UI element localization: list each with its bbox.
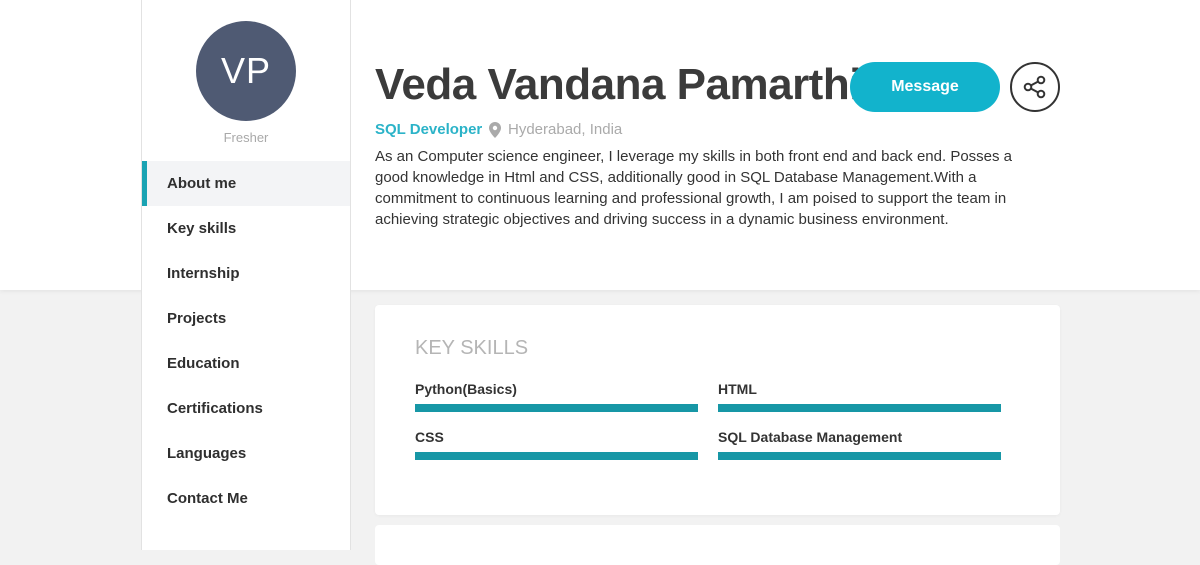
location-text: Hyderabad, India: [508, 121, 623, 138]
skill-bar-fill: [415, 404, 698, 412]
key-skills-card: KEY SKILLS Python(Basics) HTML CSS SQL D…: [375, 305, 1060, 515]
skill-item: CSS: [415, 428, 698, 460]
sidebar-nav: About me Key skills Internship Projects …: [142, 161, 350, 521]
skill-bar-fill: [718, 452, 1001, 460]
skill-item: Python(Basics): [415, 380, 698, 412]
skill-label: SQL Database Management: [718, 429, 903, 445]
skill-label: CSS: [415, 429, 444, 445]
skill-label: Python(Basics): [415, 381, 517, 397]
skill-bar: [718, 452, 1001, 460]
skill-bar: [415, 404, 698, 412]
avatar: VP: [196, 21, 296, 121]
sidebar-item-internship[interactable]: Internship: [142, 251, 350, 296]
share-icon: [1022, 74, 1048, 100]
about-text: As an Computer science engineer, I lever…: [375, 148, 1013, 228]
location: Hyderabad, India: [489, 121, 622, 138]
share-button[interactable]: [1010, 62, 1060, 112]
next-section-card: [375, 525, 1060, 565]
sidebar-item-education[interactable]: Education: [142, 341, 350, 386]
skill-bar-fill: [718, 404, 1001, 412]
skill-item: HTML: [718, 380, 1001, 412]
skill-bar-fill: [415, 452, 698, 460]
profile-name: Veda Vandana Pamarthi: [375, 60, 861, 109]
avatar-initials: VP: [220, 50, 272, 91]
sidebar-item-key-skills[interactable]: Key skills: [142, 206, 350, 251]
sidebar-item-languages[interactable]: Languages: [142, 431, 350, 476]
sidebar-item-projects[interactable]: Projects: [142, 296, 350, 341]
map-pin-icon: [489, 121, 501, 138]
skill-bar: [415, 452, 698, 460]
sidebar-item-contact-me[interactable]: Contact Me: [142, 476, 350, 521]
skill-label: HTML: [718, 381, 757, 397]
sidebar-item-about-me[interactable]: About me: [142, 161, 350, 206]
job-title: SQL Developer: [375, 121, 483, 138]
experience-level: Fresher: [223, 130, 269, 145]
skill-bar: [718, 404, 1001, 412]
sidebar-item-certifications[interactable]: Certifications: [142, 386, 350, 431]
sidebar: VP Fresher About me Key skills Internshi…: [141, 0, 351, 550]
message-button[interactable]: Message: [850, 62, 1000, 112]
key-skills-title: KEY SKILLS: [415, 337, 529, 359]
skill-item: SQL Database Management: [718, 428, 1001, 460]
